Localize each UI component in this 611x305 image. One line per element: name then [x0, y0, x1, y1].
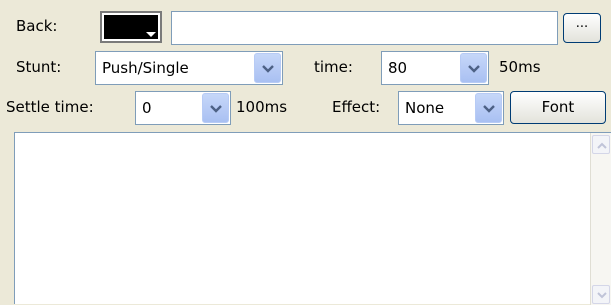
back-image-path-field[interactable] [171, 11, 558, 45]
text-properties-panel: Back: ... Stunt: Push/Single time: 80 50… [0, 0, 611, 305]
back-color-fill [104, 15, 158, 39]
time-select[interactable]: 80 [381, 51, 489, 85]
browse-button[interactable]: ... [563, 13, 601, 43]
stunt-selected-value: Push/Single [102, 59, 189, 77]
effect-selected-value: None [405, 99, 445, 117]
stunt-label: Stunt: [16, 58, 62, 76]
font-button[interactable]: Font [510, 91, 606, 124]
chevron-down-icon[interactable] [254, 53, 281, 83]
settle-time-select[interactable]: 0 [135, 91, 231, 125]
effect-label: Effect: [332, 98, 381, 116]
chevron-down-icon[interactable] [475, 93, 502, 123]
settle-time-selected-value: 0 [142, 99, 152, 117]
color-dropdown-arrow-icon [146, 32, 156, 37]
time-selected-value: 80 [388, 59, 408, 77]
stunt-select[interactable]: Push/Single [95, 51, 283, 85]
effect-select[interactable]: None [398, 91, 504, 125]
chevron-down-icon[interactable] [202, 93, 229, 123]
time-label: time: [314, 58, 353, 76]
arrow-down-icon[interactable] [592, 285, 610, 304]
text-content-area[interactable] [14, 132, 611, 305]
back-label: Back: [16, 17, 58, 35]
back-color-picker[interactable] [100, 11, 162, 43]
chevron-down-icon[interactable] [460, 53, 487, 83]
settle-time-unit-label: 100ms [236, 98, 288, 116]
arrow-up-icon[interactable] [592, 135, 610, 154]
time-unit-label: 50ms [499, 58, 541, 76]
settle-time-label: Settle time: [6, 98, 94, 116]
vertical-scrollbar[interactable] [590, 133, 611, 305]
